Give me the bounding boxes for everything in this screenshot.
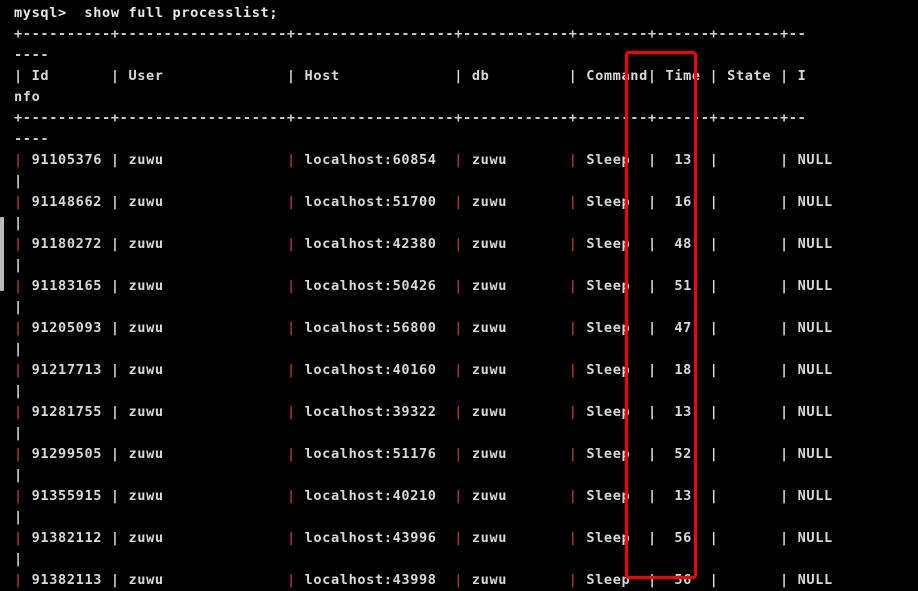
terminal-window[interactable]: mysql> show full processlist; +----------… [0,0,918,591]
vertical-scrollbar-track[interactable] [0,0,4,591]
terminal-output: mysql> show full processlist; +----------… [14,5,833,588]
vertical-scrollbar-thumb[interactable] [0,217,4,291]
